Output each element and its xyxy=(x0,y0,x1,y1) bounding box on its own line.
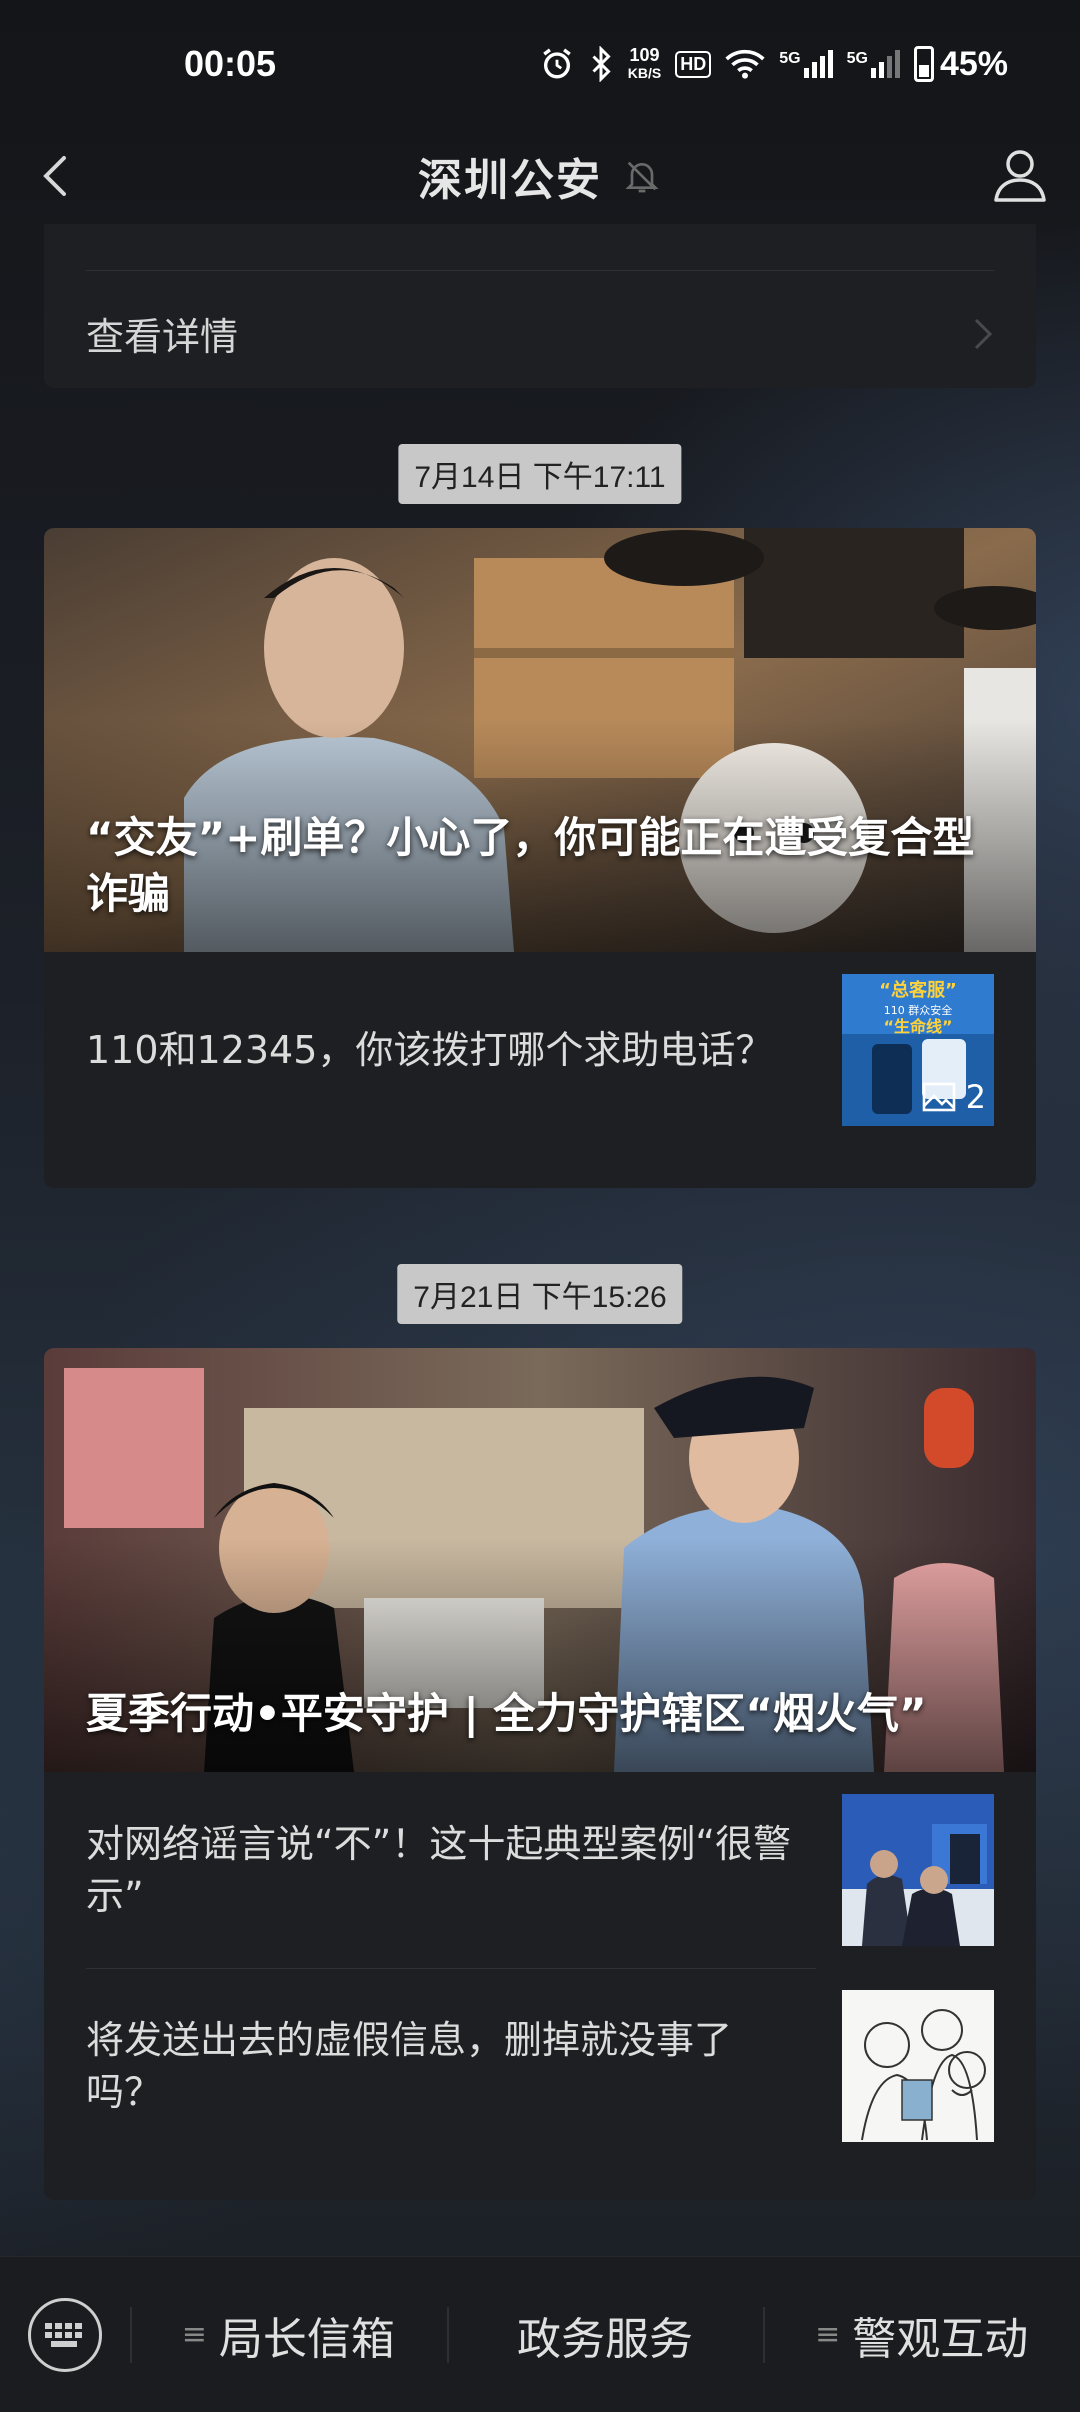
hero-article[interactable]: 夏季行动•平安守护 | 全力守护辖区“烟火气” xyxy=(44,1348,1036,1772)
alarm-icon xyxy=(543,48,571,79)
chevron-right-icon xyxy=(974,318,993,350)
profile-icon[interactable] xyxy=(988,142,1052,206)
list-item-thumbnail xyxy=(842,1990,994,2142)
hero-title: 夏季行动•平安守护 | 全力守护辖区“烟火气” xyxy=(86,1689,927,1738)
status-icons: 109 KB/S HD 5G 5G 45% xyxy=(540,45,1008,84)
hero-article[interactable]: “交友”+刷单？小心了，你可能正在遭受复合型诈骗 xyxy=(44,528,1036,952)
nav-bar: 深圳公安 xyxy=(0,128,1080,224)
menu-police-interaction[interactable]: ≡ 警观互动 xyxy=(763,2257,1080,2412)
thumbnail-image xyxy=(842,1990,994,2142)
keyboard-icon xyxy=(45,2322,82,2347)
list-item-title: 对网络谣言说“不”！这十起典型案例“很警示” xyxy=(86,1822,792,1918)
bottom-menu: ≡ 局长信箱 政务服务 ≡ 警观互动 xyxy=(0,2256,1080,2412)
submenu-icon: ≡ xyxy=(815,2317,841,2352)
menu-director-mailbox[interactable]: ≡ 局长信箱 xyxy=(130,2257,447,2412)
status-bar: 00:05 109 KB/S HD 5G 5G 45% xyxy=(0,0,1080,128)
thumbnail-image xyxy=(842,1794,994,1946)
signal-1: 5G xyxy=(779,50,833,78)
list-item[interactable]: 将发送出去的虚假信息，删掉就没事了吗？ xyxy=(44,1968,1036,2164)
list-item[interactable]: 110和12345，你该拨打哪个求助电话？ “总客服” 110 群众安全 “生命… xyxy=(44,952,1036,1148)
signal-2: 5G xyxy=(847,50,900,78)
battery-icon xyxy=(913,46,934,82)
list-item-thumbnail xyxy=(842,1794,994,1946)
menu-government-services[interactable]: 政务服务 xyxy=(446,2257,764,2412)
timestamp-chip: 7月14日 下午17:11 xyxy=(398,444,682,504)
timestamp-chip: 7月21日 下午15:26 xyxy=(397,1264,683,1324)
back-arrow-icon[interactable] xyxy=(30,146,90,206)
hd-icon: HD xyxy=(675,50,712,78)
net-speed: 109 KB/S xyxy=(627,45,662,81)
list-item-title: 将发送出去的虚假信息，删掉就没事了吗？ xyxy=(86,2018,733,2114)
mute-bell-icon xyxy=(625,161,659,193)
article-card: “交友”+刷单？小心了，你可能正在遭受复合型诈骗 110和12345，你该拨打哪… xyxy=(44,528,1036,1188)
article-card: 夏季行动•平安守护 | 全力守护辖区“烟火气” 对网络谣言说“不”！这十起典型案… xyxy=(44,1348,1036,2200)
list-item[interactable]: 对网络谣言说“不”！这十起典型案例“很警示” xyxy=(44,1772,1036,1968)
previous-article-card: 查看详情 xyxy=(44,224,1036,388)
svg-text:“总客服”: “总客服” xyxy=(879,979,957,1001)
bluetooth-icon xyxy=(592,46,611,82)
image-count: 2 xyxy=(922,1078,986,1116)
hero-title: “交友”+刷单？小心了，你可能正在遭受复合型诈骗 xyxy=(86,813,975,918)
wifi-icon xyxy=(725,49,765,79)
battery: 45% xyxy=(913,45,1008,84)
keyboard-toggle-button[interactable] xyxy=(0,2257,130,2412)
svg-text:“生命线”: “生命线” xyxy=(883,1017,952,1036)
status-time: 00:05 xyxy=(184,43,277,84)
page-title: 深圳公安 xyxy=(418,155,602,206)
list-item-title: 110和12345，你该拨打哪个求助电话？ xyxy=(86,1028,774,1072)
svg-text:110 群众安全: 110 群众安全 xyxy=(884,1003,953,1017)
image-icon xyxy=(922,1082,955,1112)
submenu-icon: ≡ xyxy=(181,2317,207,2352)
divider xyxy=(86,270,994,271)
view-details-link[interactable]: 查看详情 xyxy=(86,306,238,361)
list-item-thumbnail: “总客服” 110 群众安全 “生命线” 2 xyxy=(842,974,994,1126)
